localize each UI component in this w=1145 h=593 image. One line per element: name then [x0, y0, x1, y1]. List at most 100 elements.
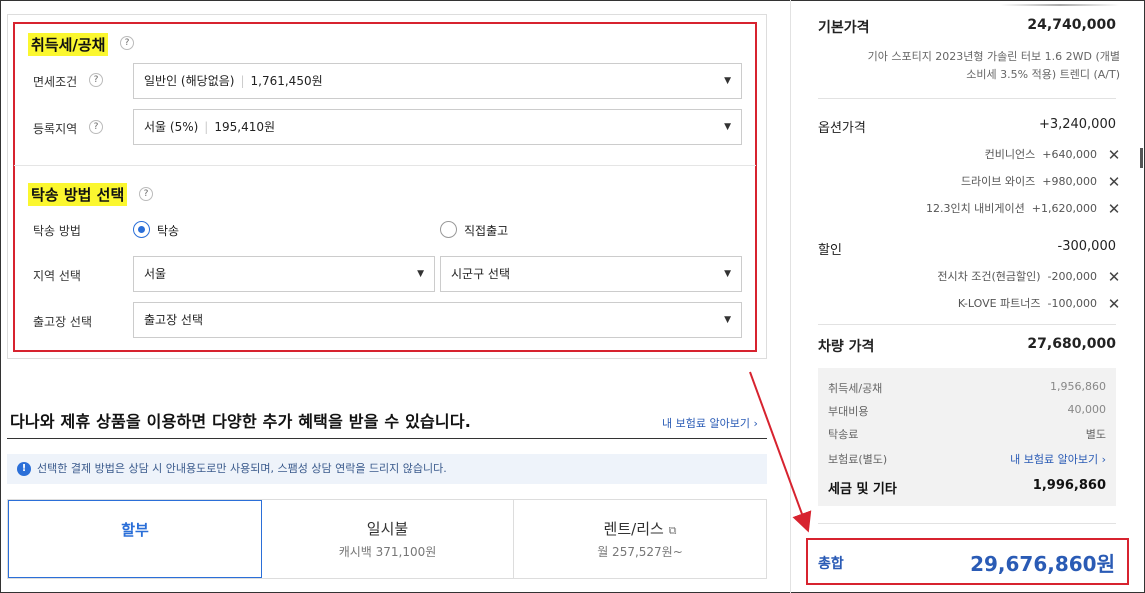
option-name: 드라이브 와이즈 — [960, 175, 1036, 188]
discount-label: 할인 — [818, 243, 842, 258]
section-divider — [14, 165, 756, 166]
tab-rent-lease-sub: 월 257,527원~ — [597, 545, 683, 559]
exemption-select[interactable]: 일반인 (해당없음) | 1,761,450원 ▼ — [133, 63, 742, 99]
car-price-value: 27,680,000 — [1027, 336, 1116, 352]
help-icon[interactable]: ? — [120, 36, 134, 50]
car-price-row: 차량 가격 27,680,000 — [818, 336, 1116, 356]
base-price-row: 기본가격 24,740,000 — [818, 17, 1116, 37]
remove-x-icon[interactable]: ✕ — [1107, 295, 1121, 313]
region-reg-label: 등록지역 — [33, 122, 78, 136]
region-select[interactable]: 서울 ▼ — [133, 256, 435, 292]
delivery-section-title: 탁송 방법 선택 — [28, 183, 128, 206]
discount-price: -100,000 — [1047, 297, 1097, 310]
discount-row: 할인 -300,000 — [818, 239, 1116, 258]
fee-value: 40,000 — [1067, 403, 1107, 416]
copy-icon: ⧉ — [668, 524, 677, 537]
model-desc-2: 소비세 3.5% 적용) 트렌디 (A/T) — [966, 68, 1120, 81]
exemption-value: 일반인 (해당없음) — [144, 74, 235, 88]
options-total: +3,240,000 — [1038, 117, 1116, 132]
option-price: +1,620,000 — [1031, 202, 1097, 215]
depot-label: 출고장 선택 — [33, 315, 93, 329]
depot-value: 출고장 선택 — [144, 313, 204, 327]
info-icon: ! — [17, 462, 31, 476]
radio-delivery-label: 탁송 — [157, 224, 180, 238]
summary-divider — [818, 523, 1116, 524]
top-edge — [1000, 4, 1120, 6]
remove-x-icon[interactable]: ✕ — [1107, 268, 1121, 286]
tax-other-row: 세금 및 기타 1,996,860 — [828, 478, 1106, 497]
exemption-amount: 1,761,450원 — [250, 74, 323, 88]
fee-row: 탁송료 별도 — [828, 426, 1106, 442]
option-price: +980,000 — [1042, 175, 1097, 188]
options-label: 옵션가격 — [818, 121, 866, 136]
payment-tabs: 할부 일시불 캐시백 371,100원 렌트/리스 ⧉ 월 257,527원~ — [7, 499, 767, 579]
option-price: +640,000 — [1042, 148, 1097, 161]
fees-box: 취득세/공채 1,956,860 부대비용 40,000 탁송료 별도 보험료(… — [818, 368, 1116, 506]
fee-row: 취득세/공채 1,956,860 — [828, 380, 1106, 396]
tab-lump-sum-sub: 캐시백 371,100원 — [338, 545, 437, 559]
scrollbar-thumb[interactable] — [1140, 148, 1143, 168]
tax-other-label: 세금 및 기타 — [828, 482, 897, 497]
help-icon[interactable]: ? — [89, 73, 103, 87]
registration-region-select[interactable]: 서울 (5%) | 195,410원 ▼ — [133, 109, 742, 145]
tab-rent-lease-text: 렌트/리스 — [603, 520, 664, 538]
discount-name: K-LOVE 파트너즈 — [957, 297, 1041, 310]
caret-down-icon: ▼ — [724, 122, 731, 132]
caret-down-icon: ▼ — [724, 315, 731, 325]
registration-region-amount: 195,410원 — [214, 120, 276, 134]
total-label: 총합 — [818, 556, 844, 572]
discount-price: -200,000 — [1047, 270, 1097, 283]
fee-value: 별도 — [1085, 428, 1106, 441]
total-value: 29,676,860원 — [970, 552, 1115, 576]
radio-direct-pickup-label: 직접출고 — [464, 224, 509, 238]
fee-label: 탁송료 — [828, 428, 859, 441]
caret-down-icon: ▼ — [724, 76, 731, 86]
option-item: 컨비니언스 +640,000 ✕ — [985, 146, 1121, 164]
fee-label: 보험료(별도) — [828, 453, 888, 466]
registration-region-value: 서울 (5%) — [144, 120, 199, 134]
option-item: 드라이브 와이즈 +980,000 ✕ — [961, 173, 1121, 191]
option-item: 12.3인치 내비게이션 +1,620,000 ✕ — [926, 200, 1121, 218]
summary-divider — [818, 98, 1116, 99]
help-icon[interactable]: ? — [89, 120, 103, 134]
fee-label: 부대비용 — [828, 405, 869, 418]
options-row: 옵션가격 +3,240,000 — [818, 117, 1116, 136]
insurance-link-summary[interactable]: 내 보험료 알아보기 › — [1010, 451, 1106, 467]
help-icon[interactable]: ? — [139, 187, 153, 201]
district-select[interactable]: 시군구 선택 ▼ — [440, 256, 742, 292]
exemption-label: 면세조건 — [33, 75, 78, 89]
notice-text: 선택한 결제 방법은 상담 시 안내용도로만 사용되며, 스팸성 상담 연락을 … — [37, 462, 447, 475]
remove-x-icon[interactable]: ✕ — [1107, 200, 1121, 218]
promo-divider — [7, 438, 767, 439]
discount-item: K-LOVE 파트너즈 -100,000 ✕ — [958, 295, 1121, 313]
tab-lump-sum[interactable]: 일시불 캐시백 371,100원 — [262, 500, 514, 578]
region-select-label: 지역 선택 — [33, 269, 81, 283]
remove-x-icon[interactable]: ✕ — [1107, 173, 1121, 191]
tax-other-value: 1,996,860 — [1032, 478, 1106, 493]
radio-direct-pickup[interactable] — [440, 221, 457, 238]
insurance-link[interactable]: 내 보험료 알아보기 › — [662, 415, 758, 431]
tab-lump-sum-label: 일시불 — [366, 520, 409, 538]
region-value: 서울 — [144, 267, 167, 281]
depot-select[interactable]: 출고장 선택 ▼ — [133, 302, 742, 338]
car-price-label: 차량 가격 — [818, 339, 875, 355]
fee-row: 보험료(별도) 내 보험료 알아보기 › — [828, 451, 1106, 467]
discount-name: 전시차 조건(현금할인) — [937, 270, 1041, 283]
tab-installment[interactable]: 할부 — [8, 500, 262, 578]
fee-value: 1,956,860 — [1050, 380, 1106, 393]
base-price-label: 기본가격 — [818, 20, 870, 36]
tab-rent-lease-label: 렌트/리스 ⧉ — [514, 518, 766, 539]
option-name: 12.3인치 내비게이션 — [925, 202, 1025, 215]
radio-delivery[interactable] — [133, 221, 150, 238]
delivery-method-label: 탁송 방법 — [33, 224, 81, 238]
caret-down-icon: ▼ — [724, 269, 731, 279]
total-box: 총합 29,676,860원 — [806, 538, 1129, 585]
option-name: 컨비니언스 — [984, 148, 1036, 161]
model-desc-1: 기아 스포티지 2023년형 가솔린 터보 1.6 2WD (개별 — [867, 50, 1120, 63]
district-value: 시군구 선택 — [451, 267, 511, 281]
remove-x-icon[interactable]: ✕ — [1107, 146, 1121, 164]
discount-item: 전시차 조건(현금할인) -200,000 ✕ — [937, 268, 1121, 286]
tab-installment-label: 할부 — [121, 521, 149, 539]
tab-rent-lease[interactable]: 렌트/리스 ⧉ 월 257,527원~ — [514, 500, 766, 578]
discount-total: -300,000 — [1057, 239, 1116, 254]
